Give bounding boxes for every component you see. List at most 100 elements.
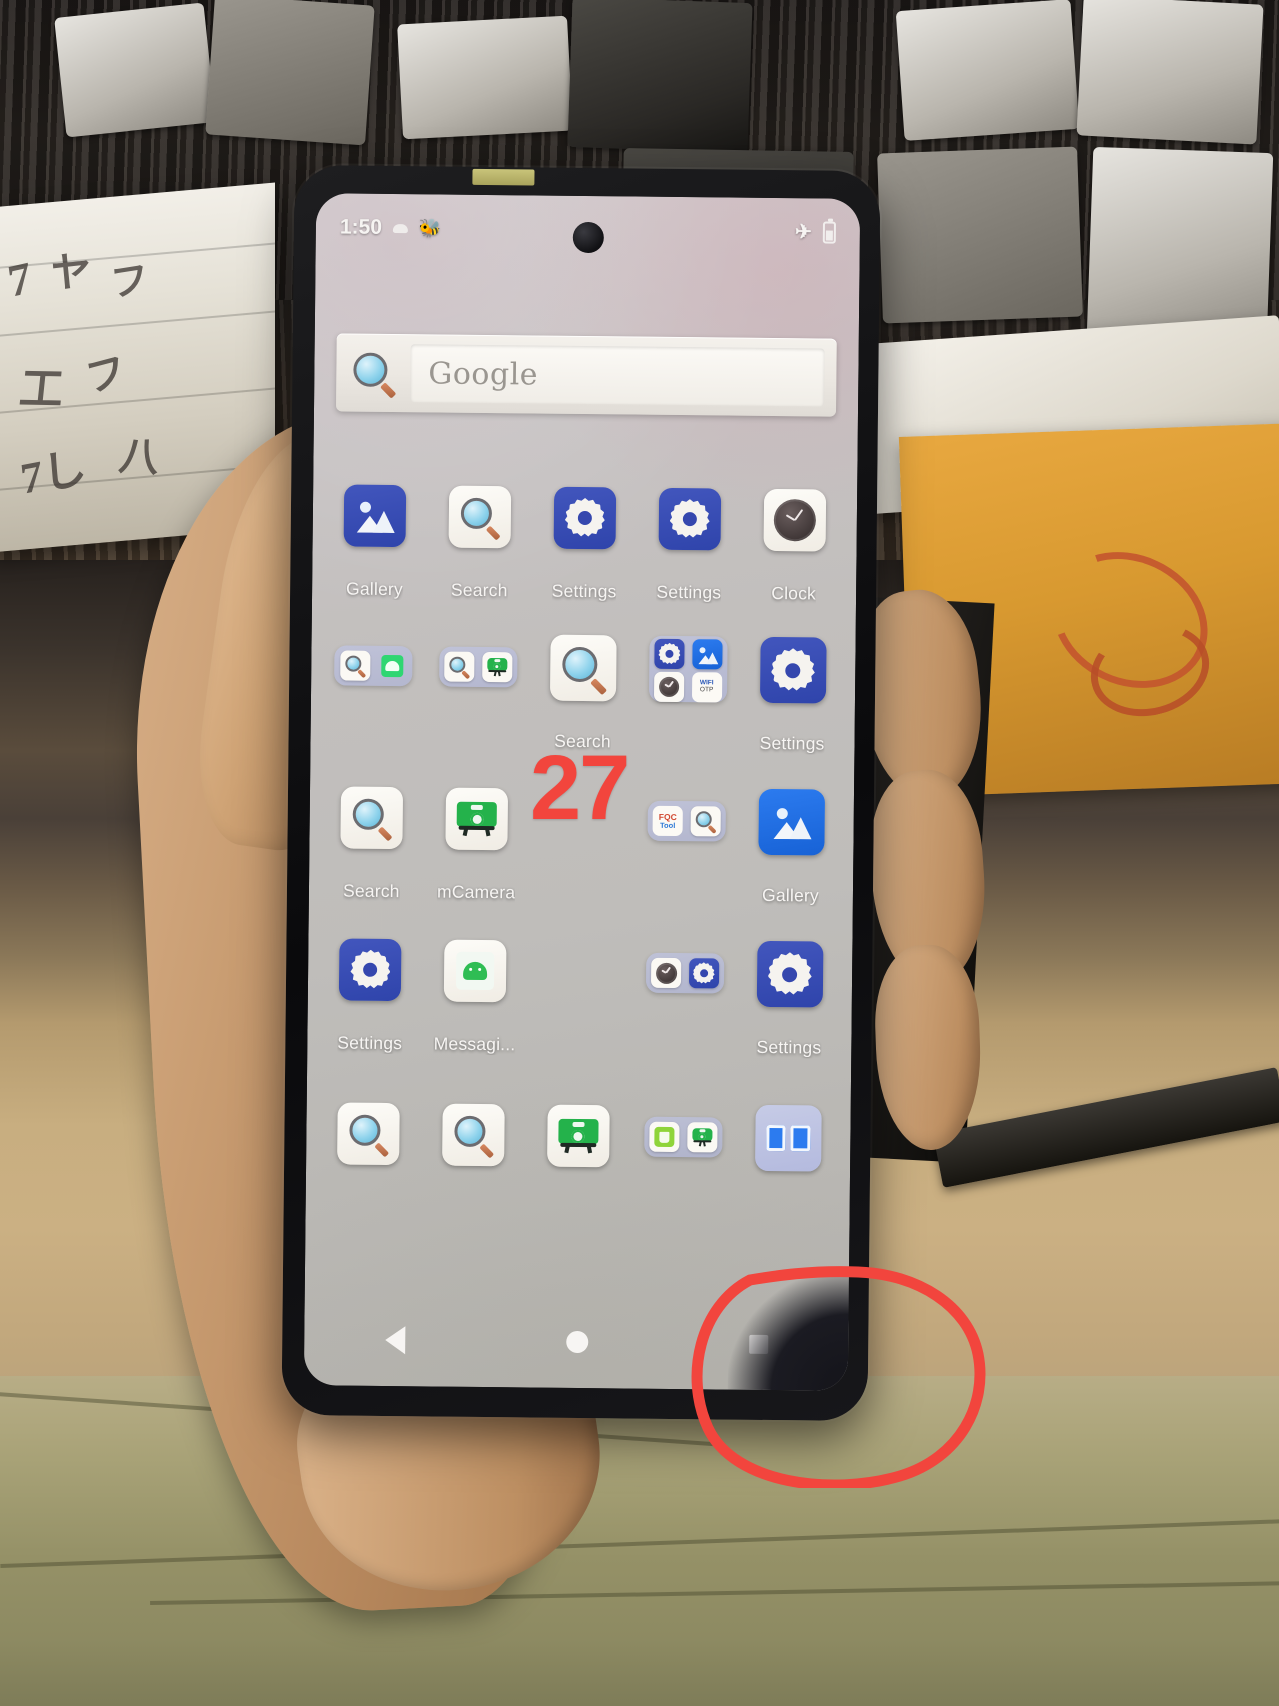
fqc-tool-icon: FQC Tool	[652, 805, 683, 837]
search-icon	[448, 485, 512, 549]
desk-surface	[0, 1376, 1279, 1706]
app-label: Search	[450, 579, 508, 601]
search-icon	[442, 1103, 505, 1167]
app-label: mCamera	[436, 881, 516, 903]
camera-icon	[482, 651, 513, 683]
bug-icon: 🐝	[418, 218, 442, 239]
app-search[interactable]	[316, 1079, 422, 1188]
app-row-dock	[316, 1079, 841, 1192]
app-label: Gallery	[761, 884, 820, 906]
folder-icon	[334, 645, 413, 687]
folder-search-messaging[interactable]	[320, 611, 426, 750]
google-search-widget[interactable]: Google	[335, 333, 837, 417]
app-row: Settings Messagi... Settings	[317, 915, 842, 1058]
cloud-icon	[392, 223, 408, 233]
camera-icon	[686, 1122, 718, 1153]
app-row: Search WIFI OTP Settings	[320, 611, 845, 754]
magnifier-icon	[353, 352, 397, 399]
clock-icon	[763, 488, 826, 552]
settings-icon	[688, 958, 719, 989]
clock-icon	[653, 671, 685, 703]
clock-icon	[650, 957, 682, 989]
folder-fqc-search[interactable]: FQC Tool	[633, 767, 739, 906]
app-label: Settings	[337, 1032, 403, 1054]
bg-phone-part	[397, 15, 573, 140]
app-settings[interactable]: Settings	[736, 920, 842, 1059]
folder-icon: WIFI OTP	[648, 635, 728, 703]
folder-icon: FQC Tool	[647, 800, 726, 842]
app-label: Settings	[656, 581, 722, 603]
app-gallery[interactable]: Gallery	[322, 461, 428, 600]
app-settings[interactable]: Settings	[317, 915, 423, 1054]
search-widget-icon[interactable]	[336, 352, 410, 399]
search-icon	[339, 650, 371, 681]
airplane-mode-icon: ✈	[795, 221, 812, 244]
two-window-icon	[754, 1104, 822, 1172]
folder-icon	[439, 646, 518, 688]
search-icon	[444, 651, 475, 682]
messaging-icon	[381, 654, 404, 678]
app-search[interactable]: Search	[427, 462, 533, 601]
bg-phone-part	[895, 0, 1080, 141]
folder-clock-settings[interactable]	[632, 919, 738, 1058]
camera-icon	[445, 787, 509, 851]
annotation-number: 27	[530, 737, 630, 839]
status-bar: 1:50 🐝 ✈	[316, 207, 860, 253]
folder-icon	[643, 1116, 723, 1158]
camera-icon	[547, 1104, 610, 1168]
app-search[interactable]	[421, 1080, 527, 1189]
settings-icon	[658, 487, 721, 551]
status-bar-left: 1:50 🐝	[340, 215, 442, 240]
back-icon[interactable]	[384, 1325, 405, 1355]
app-mcamera[interactable]: mCamera	[424, 764, 530, 903]
settings-icon	[339, 938, 402, 1002]
settings-icon	[759, 636, 827, 704]
app-label: Gallery	[345, 578, 404, 600]
search-icon	[690, 806, 721, 837]
home-icon[interactable]	[565, 1330, 588, 1354]
bezel-tape	[472, 168, 535, 186]
app-clock[interactable]: Clock	[741, 466, 847, 605]
app-label: Settings	[756, 1036, 822, 1058]
app-gallery[interactable]: Gallery	[738, 768, 844, 907]
folder-icon	[645, 952, 725, 994]
search-input[interactable]: Google	[410, 344, 825, 407]
app-label: Settings	[551, 580, 617, 602]
app-settings[interactable]: Settings	[532, 463, 638, 602]
bg-phone-part	[567, 0, 753, 154]
app-row: Gallery Search Settings Settings Clock	[322, 461, 847, 604]
app-two-window[interactable]	[735, 1084, 841, 1193]
bg-phone-part	[877, 146, 1083, 324]
trash-icon	[649, 1121, 680, 1153]
app-settings[interactable]: Settings	[740, 616, 846, 755]
settings-icon	[553, 486, 617, 550]
bg-phone-part	[205, 0, 375, 146]
settings-icon	[756, 940, 824, 1008]
app-messaging[interactable]: Messagi...	[422, 916, 528, 1055]
app-label: Clock	[771, 582, 817, 604]
wifi-otp-icon: WIFI OTP	[691, 672, 722, 703]
app-search[interactable]: Search	[319, 763, 425, 902]
app-label: Settings	[759, 732, 825, 754]
wifi-otp-line2: OTP	[699, 686, 714, 694]
app-label: Search	[342, 880, 400, 902]
battery-icon	[822, 221, 836, 244]
settings-icon	[654, 638, 685, 670]
folder-trash-camera[interactable]	[630, 1083, 736, 1192]
folder-search-camera[interactable]	[425, 612, 531, 751]
search-icon	[340, 786, 404, 850]
bg-phone-part	[1076, 0, 1264, 145]
status-bar-right: ✈	[795, 221, 836, 244]
search-icon	[337, 1102, 401, 1166]
app-settings[interactable]: Settings	[636, 465, 742, 604]
bg-phone-part	[1086, 146, 1274, 344]
search-placeholder: Google	[428, 355, 539, 393]
app-label: Messagi...	[433, 1033, 516, 1055]
gallery-icon	[691, 639, 723, 670]
gallery-icon	[757, 788, 825, 856]
gallery-icon	[343, 484, 407, 548]
app-camera[interactable]	[525, 1081, 631, 1190]
app-search[interactable]: Search	[530, 613, 636, 752]
folder-mixed[interactable]: WIFI OTP	[635, 615, 741, 754]
status-time: 1:50	[339, 215, 383, 239]
